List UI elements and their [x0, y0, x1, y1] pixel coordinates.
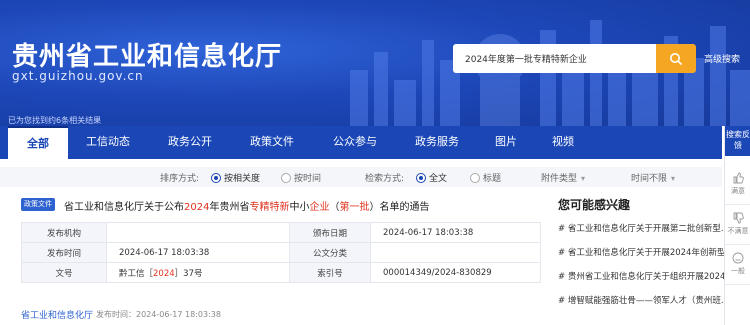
filter-bar: 排序方式: 按相关度 按时间 检索方式: 全文 标题 附件类型 ▾ 时间不限 ▾ [0, 167, 722, 187]
index-number-value: 000014349/2024-830829 [370, 262, 541, 283]
publisher-label: 发布机构 [21, 222, 107, 243]
sort-label: 排序方式: [160, 174, 200, 184]
feedback-satisfied[interactable]: 满意 [725, 166, 750, 205]
time-limit-dropdown[interactable]: 时间不限 ▾ [631, 171, 675, 184]
search-mode-label: 检索方式: [365, 174, 405, 184]
thumbs-up-icon [733, 172, 744, 184]
radio-checked-icon [211, 172, 221, 183]
doc-number-value: 黔工信［2024］37号 [106, 262, 290, 283]
search-input[interactable] [463, 44, 657, 73]
radio-unchecked-icon [470, 172, 480, 183]
result-publish-date: 发布时间：2024-06-17 18:03:38 [96, 310, 221, 319]
tab-industry-news[interactable]: 工信动态 [78, 126, 138, 159]
sort-time-option[interactable]: 按时间 [281, 171, 321, 184]
doc-type-badge: 政策文件 [21, 198, 55, 211]
doc-meta-table: 发布机构 颁布日期 2024-06-17 18:03:38 发布时间 2024-… [21, 222, 541, 283]
site-domain: gxt.guizhou.gov.cn [12, 69, 144, 83]
recommend-item[interactable]: # 贵州省工业和信息化厅关于组织开展2024... [558, 270, 726, 282]
sort-relevance-option[interactable]: 按相关度 [211, 171, 260, 184]
index-number-label: 索引号 [289, 262, 371, 283]
search-feedback-button[interactable]: 搜索反馈 [725, 126, 750, 156]
radio-checked-icon [416, 172, 426, 183]
search-mode-fulltext-option[interactable]: 全文 [416, 171, 447, 184]
thumbs-down-icon [733, 212, 744, 224]
tab-videos[interactable]: 视频 [545, 126, 581, 159]
recommend-item[interactable]: # 省工业和信息化厅关于开展第二批创新型... [558, 222, 726, 234]
issue-date-label: 颁布日期 [289, 222, 371, 243]
face-neutral-icon [732, 252, 744, 264]
search-icon [670, 52, 683, 65]
result-count-note: 已为您找到约6条相关结果 [8, 116, 102, 125]
recommend-item[interactable]: # 增智赋能强筋壮骨——领军人才（贵州班... [558, 294, 726, 306]
issue-date-value: 2024-06-17 18:03:38 [370, 222, 541, 243]
search-mode-title-option[interactable]: 标题 [470, 171, 501, 184]
publish-time-label: 发布时间 [21, 242, 107, 263]
advanced-search-link[interactable]: 高级搜索 [704, 52, 740, 65]
category-value [370, 242, 541, 263]
result-title-link[interactable]: 省工业和信息化厅关于公布2024年贵州省专精特新中小企业（第一批）名单的通告 [64, 198, 429, 213]
search-box [453, 44, 657, 73]
result-source-link[interactable]: 省工业和信息化厅 [21, 308, 93, 321]
recommend-item[interactable]: # 省工业和信息化厅关于开展2024年创新型... [558, 246, 726, 258]
file-type-dropdown[interactable]: 附件类型 ▾ [541, 171, 585, 184]
feedback-sidebar: 搜索反馈 满意 不满意 一般 [724, 126, 750, 325]
tab-government-services[interactable]: 政务服务 [405, 126, 469, 159]
tab-images[interactable]: 图片 [488, 126, 524, 159]
doc-number-label: 文号 [21, 262, 107, 283]
main-nav: 全部 工信动态 政务公开 政策文件 公众参与 政务服务 图片 视频 [0, 126, 722, 159]
header-banner: 贵州省工业和信息化厅 gxt.guizhou.gov.cn 高级搜索 已为您找到… [0, 0, 750, 126]
publisher-value [106, 222, 290, 243]
feedback-unsatisfied[interactable]: 不满意 [725, 206, 750, 245]
chevron-down-icon: ▾ [671, 174, 676, 183]
chevron-down-icon: ▾ [581, 174, 586, 183]
search-button[interactable] [656, 44, 696, 73]
tab-government-affairs[interactable]: 政务公开 [158, 126, 222, 159]
tab-public-participation[interactable]: 公众参与 [323, 126, 387, 159]
site-title[interactable]: 贵州省工业和信息化厅 [12, 36, 282, 73]
category-label: 公文分类 [289, 242, 371, 263]
publish-time-value: 2024-06-17 18:03:38 [106, 242, 290, 263]
feedback-neutral[interactable]: 一般 [725, 246, 750, 285]
tab-all[interactable]: 全部 [8, 126, 68, 159]
radio-unchecked-icon [281, 172, 291, 183]
recommend-heading: 您可能感兴趣 [558, 198, 631, 212]
tab-policy-documents[interactable]: 政策文件 [240, 126, 304, 159]
